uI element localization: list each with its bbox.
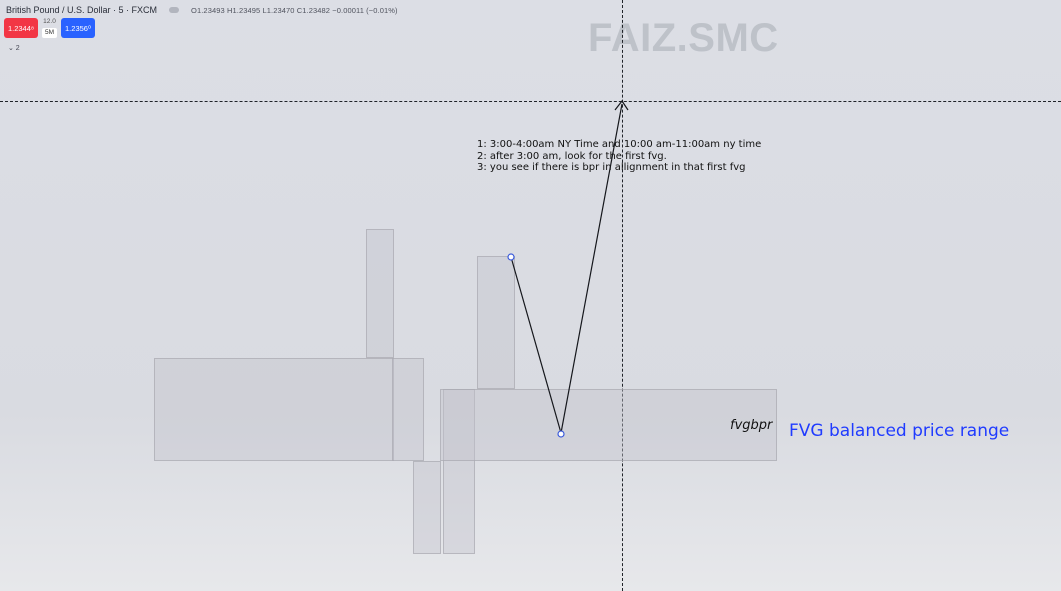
chart-canvas[interactable]: British Pound / U.S. Dollar · 5 · FXCM O… <box>0 0 1061 591</box>
anchor-point[interactable] <box>557 430 565 438</box>
anchor-point[interactable] <box>507 253 515 261</box>
drawing-layer <box>507 99 629 438</box>
fvg-range-label[interactable]: FVG balanced price range <box>789 421 1009 441</box>
path-drawing[interactable] <box>510 103 623 434</box>
fvgbpr-label[interactable]: fvgbpr <box>730 418 772 433</box>
